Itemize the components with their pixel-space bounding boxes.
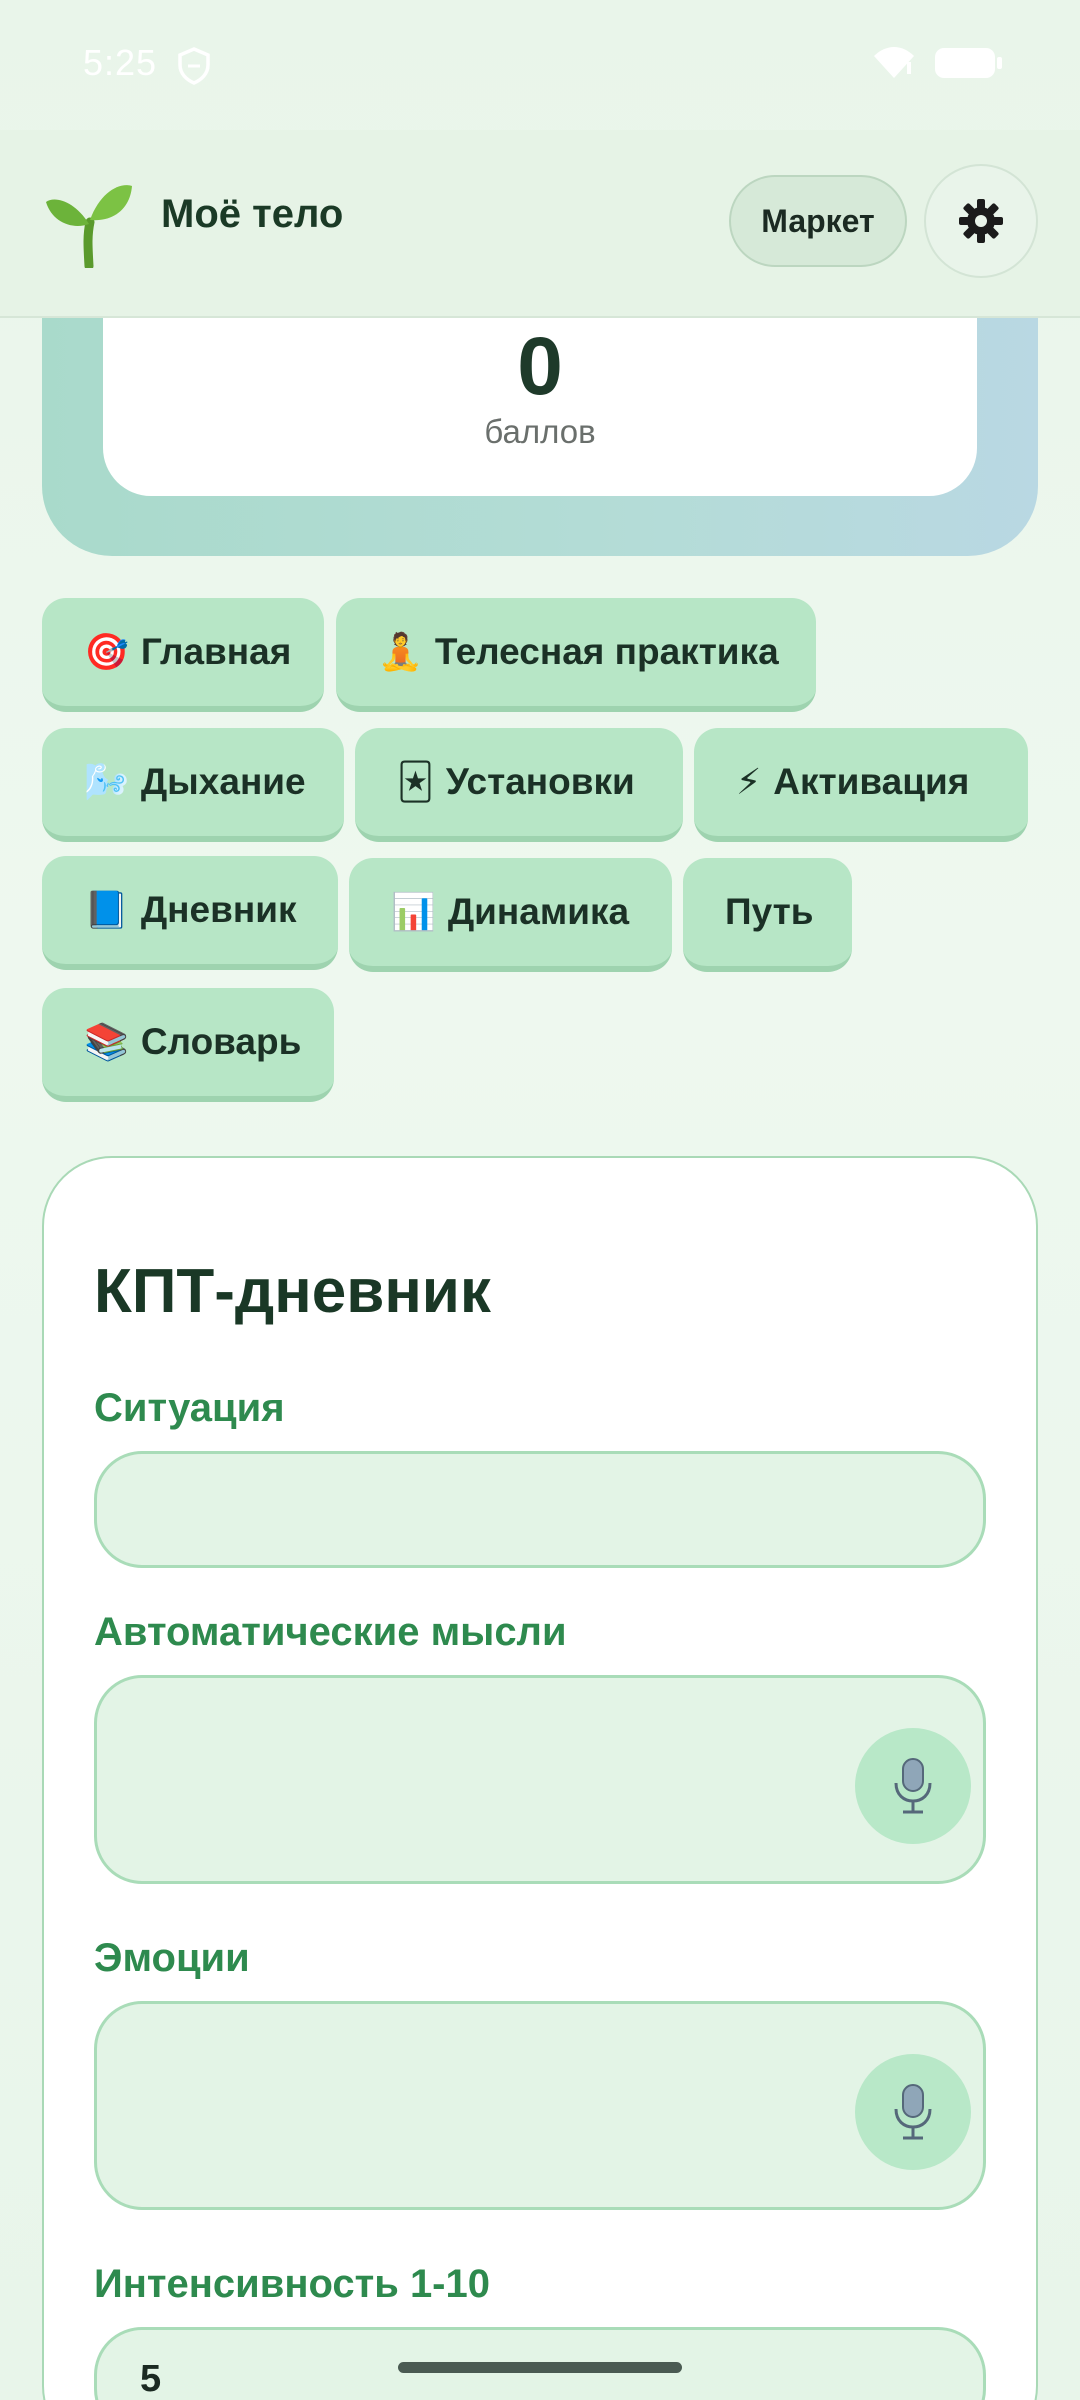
situation-label: Ситуация <box>94 1386 285 1430</box>
diary-title: КПТ-дневник <box>94 1257 491 1326</box>
score-label: баллов <box>484 413 596 450</box>
wind-icon: 🌬️ <box>84 761 129 802</box>
shield-icon <box>178 47 210 85</box>
bar-chart-icon: 📊 <box>391 891 436 932</box>
score-panel: 0 баллов <box>42 318 1038 556</box>
score-value: 0 <box>517 321 563 412</box>
tab-body-practice[interactable]: 🧘 Телесная практика <box>336 598 816 712</box>
tab-path[interactable]: Путь <box>683 858 852 972</box>
emotions-label: Эмоции <box>94 1936 250 1980</box>
emotions-textarea[interactable] <box>94 2001 986 2210</box>
microphone-icon <box>894 1758 932 1814</box>
settings-button[interactable] <box>924 164 1038 278</box>
tab-label: Дневник <box>140 889 297 930</box>
thoughts-mic-button[interactable] <box>855 1728 971 1844</box>
book-icon: 📘 <box>84 889 129 930</box>
thoughts-textarea[interactable] <box>94 1675 986 1884</box>
home-indicator[interactable] <box>398 2362 682 2373</box>
emotions-mic-button[interactable] <box>855 2054 971 2170</box>
intensity-value: 5 <box>140 2358 162 2400</box>
tab-label: Путь <box>725 891 814 932</box>
lightning-icon: ⚡ <box>736 761 762 802</box>
tab-dynamics[interactable]: 📊 Динамика <box>349 858 672 972</box>
wifi-icon <box>874 47 914 78</box>
tab-label: Дыхание <box>140 761 306 802</box>
tab-diary[interactable]: 📘 Дневник <box>42 856 338 970</box>
tab-dictionary[interactable]: 📚 Словарь <box>42 988 334 1102</box>
microphone-icon <box>894 2084 932 2140</box>
target-icon: 🎯 <box>84 631 129 672</box>
tab-label: Главная <box>140 631 292 672</box>
tab-label: Словарь <box>140 1021 302 1062</box>
status-time: 5:25 <box>83 42 158 83</box>
tab-main[interactable]: 🎯 Главная <box>42 598 324 712</box>
market-button[interactable]: Маркет <box>729 175 907 267</box>
app-title: Моё тело <box>161 192 344 236</box>
status-bar: 5:25 <box>0 0 1080 130</box>
battery-icon <box>935 48 1002 78</box>
app-header: Моё тело Маркет <box>0 130 1080 318</box>
tab-label: Установки <box>445 761 635 802</box>
card-icon: 🃏 <box>397 761 434 802</box>
tab-label: Телесная практика <box>434 631 779 672</box>
thoughts-label: Автоматические мысли <box>94 1610 567 1654</box>
tab-label: Динамика <box>447 891 630 932</box>
tab-breathing[interactable]: 🌬️ Дыхание <box>42 728 344 842</box>
tab-activation[interactable]: ⚡ Активация <box>694 728 1028 842</box>
situation-input[interactable] <box>94 1451 986 1568</box>
intensity-label: Интенсивность 1-10 <box>94 2262 490 2306</box>
gear-icon <box>959 199 1003 243</box>
books-icon: 📚 <box>84 1021 129 1062</box>
app-screen: 5:25 Моё тело Маркет 0 баллов 🎯 Главная … <box>0 0 1080 2400</box>
tab-label: Активация <box>773 761 970 802</box>
score-card: 0 баллов <box>103 318 977 496</box>
meditation-icon: 🧘 <box>378 631 423 672</box>
sprout-icon <box>46 185 132 268</box>
tab-beliefs[interactable]: 🃏 Установки <box>355 728 683 842</box>
